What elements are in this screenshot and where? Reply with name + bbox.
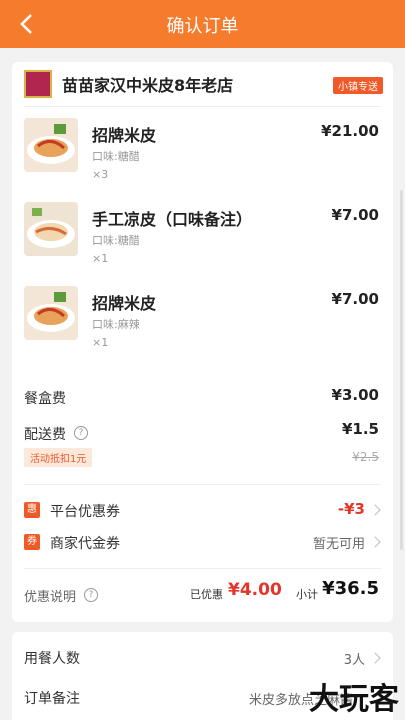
discount-value: ¥4.00 — [228, 580, 282, 600]
item-quantity: ×1 — [92, 252, 109, 265]
food-thumbnail — [24, 118, 78, 172]
remark-label[interactable]: 订单备注 — [24, 688, 80, 708]
subtotal-value: ¥36.5 — [322, 578, 379, 599]
delivery-tag: 小镇专送 — [333, 77, 383, 94]
subtotal-label: 小计 — [296, 588, 318, 601]
chevron-right-icon[interactable] — [369, 536, 381, 548]
page-title: 确认订单 — [166, 16, 239, 37]
chevron-right-icon[interactable] — [369, 504, 381, 516]
item-price: ¥21.00 — [321, 122, 379, 140]
chevron-right-icon[interactable] — [369, 652, 381, 664]
diners-value[interactable]: 3人 — [344, 649, 365, 668]
discount-label: 已优惠 — [190, 588, 223, 601]
food-thumbnail — [24, 202, 78, 256]
item-name: 招牌米皮 — [92, 294, 157, 313]
delivery-fee-value: ¥1.5 — [341, 420, 379, 438]
item-quantity: ×3 — [92, 168, 109, 181]
top-bar: 确认订单 — [0, 0, 405, 48]
watermark-text: 大玩客 — [309, 682, 399, 717]
shop-logo — [24, 70, 52, 98]
item-flavor: 口味:糖醋 — [92, 150, 140, 163]
scrollbar[interactable] — [400, 190, 403, 550]
divider — [24, 568, 381, 569]
order-card: 苗苗家汉中米皮8年老店 小镇专送 招牌米皮 口味:糖醋 ×3 ¥21.00 手工… — [12, 62, 393, 622]
merchant-coupon-label[interactable]: 商家代金券 — [50, 533, 120, 553]
platform-coupon-value[interactable]: -¥3 — [338, 500, 365, 518]
item-quantity: ×1 — [92, 336, 109, 349]
divider — [24, 106, 381, 107]
shop-name[interactable]: 苗苗家汉中米皮8年老店 — [62, 72, 233, 96]
delivery-original-price: ¥2.5 — [352, 450, 379, 464]
item-price: ¥7.00 — [331, 290, 379, 308]
item-flavor: 口味:麻辣 — [92, 318, 140, 331]
box-fee-label: 餐盒费 — [24, 391, 66, 407]
item-name: 招牌米皮 — [92, 126, 157, 145]
divider — [24, 484, 381, 485]
item-flavor: 口味:糖醋 — [92, 234, 140, 247]
merchant-coupon-badge: 券 — [24, 534, 40, 550]
delivery-fee-label: 配送费 — [24, 427, 66, 443]
diners-label[interactable]: 用餐人数 — [24, 648, 80, 668]
box-fee-value: ¥3.00 — [331, 386, 379, 404]
help-icon[interactable]: ? — [84, 588, 98, 602]
discount-info-label[interactable]: 优惠说明 — [24, 586, 76, 605]
help-icon[interactable]: ? — [74, 426, 88, 440]
platform-coupon-badge: 惠 — [24, 502, 40, 518]
food-thumbnail — [24, 286, 78, 340]
merchant-coupon-value[interactable]: 暂无可用 — [313, 533, 365, 552]
delivery-promo-badge: 活动抵扣1元 — [24, 448, 93, 467]
item-price: ¥7.00 — [331, 206, 379, 224]
item-name: 手工凉皮（口味备注） — [92, 210, 253, 229]
platform-coupon-label[interactable]: 平台优惠券 — [50, 501, 120, 521]
